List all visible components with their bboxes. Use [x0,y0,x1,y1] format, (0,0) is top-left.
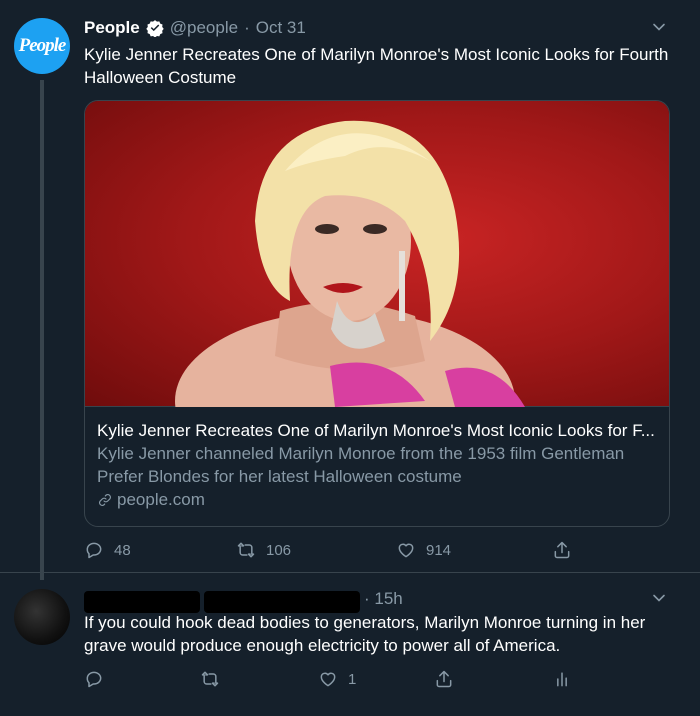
avatar-logo-text: People [18,35,67,56]
share-icon [436,670,452,688]
card-domain: people.com [97,488,659,511]
tweet-date[interactable]: Oct 31 [256,18,306,38]
chevron-down-icon[interactable] [652,591,666,605]
tweet-text: Kylie Jenner Recreates One of Marilyn Mo… [84,45,669,87]
tweet-reply[interactable]: · 15h If you could hook dead bodies to g… [0,572,700,716]
reply-header: · 15h [364,589,403,609]
reply-button[interactable] [84,669,104,689]
reply-count: 48 [114,541,131,559]
link-card[interactable]: Kylie Jenner Recreates One of Marilyn Mo… [84,100,670,527]
card-photo [175,120,525,491]
reply-icon [86,542,102,559]
link-icon [99,493,111,506]
reply-avatar[interactable] [14,589,70,645]
reply-text: If you could hook dead bodies to generat… [84,613,646,655]
like-button[interactable]: 914 [396,540,451,560]
reply-time[interactable]: · 15h [364,589,403,609]
tweet-actions: 48 106 914 [84,538,604,562]
card-domain-text: people.com [117,490,205,509]
tweet-header: People @people · Oct 31 [84,18,306,38]
header-separator: · [244,18,250,37]
chevron-down-icon[interactable] [652,20,666,34]
share-button[interactable] [552,540,572,560]
like-count: 914 [426,541,452,559]
retweet-icon [201,671,219,687]
reply-actions: 1 [84,667,604,691]
card-description: Kylie Jenner channeled Marilyn Monroe fr… [97,444,625,486]
card-image[interactable] [85,101,669,491]
share-button[interactable] [434,669,454,689]
like-icon [320,672,336,687]
card-body: Kylie Jenner Recreates One of Marilyn Mo… [97,419,659,511]
tweet-people[interactable]: People People @people · Oct 31 Kylie Jen… [0,0,700,580]
analytics-button[interactable] [552,669,572,689]
author-handle[interactable]: @people [170,18,238,38]
like-icon [398,543,414,558]
thread-line [40,80,44,580]
like-count: 1 [348,670,357,688]
redacted-name [84,591,200,613]
retweet-button[interactable] [200,669,220,689]
reply-button[interactable]: 48 [84,540,131,560]
like-button[interactable]: 1 [318,669,356,689]
retweet-count: 106 [266,541,292,559]
share-icon [554,541,570,559]
author-name[interactable]: People [84,18,140,38]
retweet-button[interactable]: 106 [236,540,291,560]
redacted-handle [204,591,360,613]
retweet-icon [237,542,255,558]
analytics-icon [557,672,567,687]
verified-badge-icon [146,20,164,37]
card-title: Kylie Jenner Recreates One of Marilyn Mo… [97,421,655,440]
people-avatar[interactable]: People [14,18,70,74]
reply-icon [86,671,102,688]
